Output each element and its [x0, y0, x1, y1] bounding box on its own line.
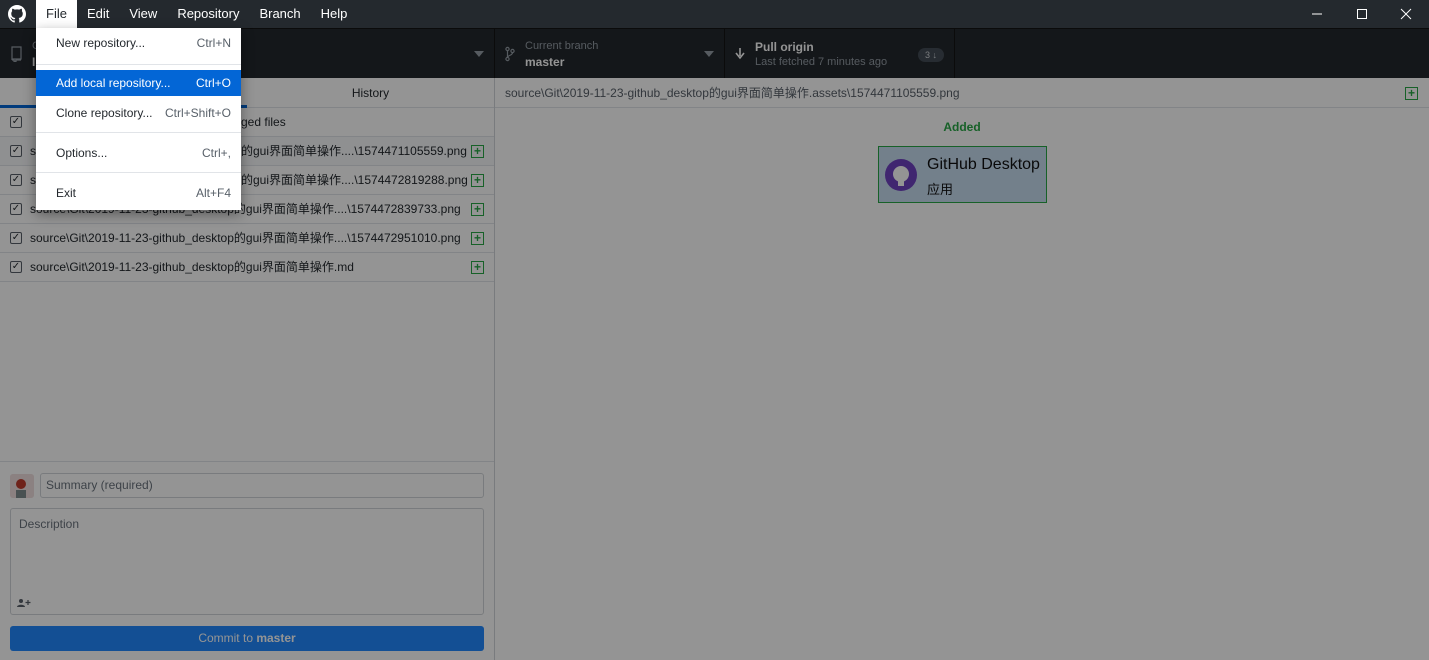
maximize-icon [1357, 9, 1367, 19]
menu-item-label: Clone repository... [56, 106, 153, 120]
menu-item-shortcut: Ctrl+, [201, 146, 231, 160]
menu-item-shortcut: Ctrl+Shift+O [164, 106, 231, 120]
menu-item-label: Add local repository... [56, 76, 171, 90]
menu-item-shortcut: Ctrl+N [196, 36, 231, 50]
menu-item-shortcut: Alt+F4 [195, 186, 231, 200]
menu-item-exit[interactable]: Exit Alt+F4 [36, 180, 241, 206]
menu-item-label: Exit [56, 186, 77, 200]
menu-branch[interactable]: Branch [249, 0, 310, 28]
menu-edit[interactable]: Edit [77, 0, 119, 28]
menu-item-label: Options... [56, 146, 108, 160]
github-logo-icon [8, 5, 26, 23]
maximize-button[interactable] [1339, 0, 1385, 28]
menu-help[interactable]: Help [311, 0, 358, 28]
menu-file[interactable]: File [36, 0, 77, 28]
menu-separator [36, 172, 241, 173]
menu-item-clone-repository[interactable]: Clone repository... Ctrl+Shift+O [36, 100, 241, 126]
close-icon [1400, 8, 1412, 20]
menu-view[interactable]: View [119, 0, 167, 28]
menu-item-add-local-repository[interactable]: Add local repository... Ctrl+O [36, 70, 241, 96]
minimize-icon [1312, 13, 1322, 15]
menu-item-shortcut: Ctrl+O [195, 76, 231, 90]
menu-repository[interactable]: Repository [167, 0, 249, 28]
title-bar: File Edit View Repository Branch Help [0, 0, 1429, 28]
menu-item-new-repository[interactable]: New repository... Ctrl+N [36, 30, 241, 56]
menu-item-options[interactable]: Options... Ctrl+, [36, 140, 241, 166]
close-button[interactable] [1383, 0, 1429, 28]
menu-item-label: New repository... [56, 36, 146, 50]
file-menu-dropdown: New repository... Ctrl+N Add local repos… [36, 28, 241, 210]
menu-separator [36, 64, 241, 65]
minimize-button[interactable] [1294, 0, 1340, 28]
menu-separator [36, 132, 241, 133]
menu-bar: File Edit View Repository Branch Help [36, 0, 357, 28]
